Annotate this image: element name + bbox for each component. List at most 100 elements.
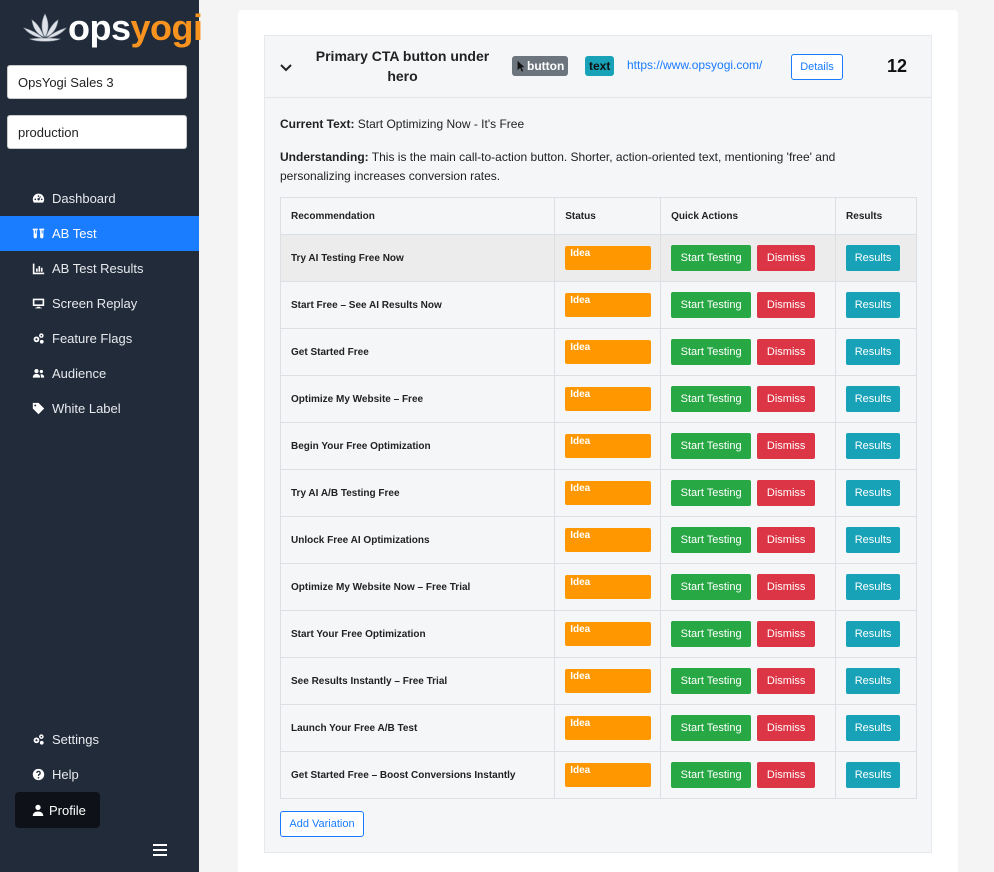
start-testing-button[interactable]: Start Testing (671, 339, 752, 365)
results-button[interactable]: Results (846, 574, 901, 600)
add-variation-button[interactable]: Add Variation (280, 811, 364, 837)
status-badge: Idea (565, 528, 652, 552)
results-cell: Results (835, 469, 917, 517)
column-header-recommendation: Recommendation (279, 197, 556, 235)
sidebar-item-label: Audience (52, 366, 107, 381)
user-icon (32, 804, 44, 816)
start-testing-button[interactable]: Start Testing (671, 245, 752, 271)
current-text-label: Current Text: (280, 117, 355, 131)
results-cell: Results (835, 422, 917, 470)
results-button[interactable]: Results (846, 621, 901, 647)
status-cell: Idea (554, 469, 662, 517)
quick-actions-cell: Start Testing Dismiss (660, 422, 837, 470)
status-badge: Idea (565, 575, 652, 599)
dismiss-button[interactable]: Dismiss (757, 292, 816, 318)
results-button[interactable]: Results (846, 339, 901, 365)
results-button[interactable]: Results (846, 292, 901, 318)
status-badge: Idea (565, 481, 652, 505)
dismiss-button[interactable]: Dismiss (757, 386, 816, 412)
start-testing-button[interactable]: Start Testing (671, 527, 752, 553)
profile-button[interactable]: Profile (15, 792, 100, 828)
status-badge: Idea (565, 293, 652, 317)
dismiss-button[interactable]: Dismiss (757, 339, 816, 365)
dismiss-button[interactable]: Dismiss (757, 480, 816, 506)
results-button[interactable]: Results (846, 245, 901, 271)
status-badge: Idea (565, 669, 652, 693)
sidebar-item-feature-flags[interactable]: Feature Flags (0, 321, 199, 356)
element-header[interactable]: Primary CTA button under hero button tex… (265, 36, 931, 98)
dismiss-button[interactable]: Dismiss (757, 433, 816, 459)
start-testing-button[interactable]: Start Testing (671, 386, 752, 412)
table-row: See Results Instantly – Free Trial Idea St… (279, 657, 917, 705)
sidebar-item-audience[interactable]: Audience (0, 356, 199, 391)
sidebar-bottom-nav: Settings Help (0, 722, 199, 792)
sidebar-item-white-label[interactable]: White Label (0, 391, 199, 426)
current-text: Current Text: Start Optimizing Now - It'… (280, 117, 524, 131)
table-header-row: Recommendation Status Quick Actions Resu… (279, 197, 917, 235)
start-testing-button[interactable]: Start Testing (671, 480, 752, 506)
start-testing-button[interactable]: Start Testing (671, 668, 752, 694)
results-button[interactable]: Results (846, 527, 901, 553)
results-cell: Results (835, 657, 917, 705)
chevron-down-icon[interactable] (279, 60, 293, 74)
quick-actions-cell: Start Testing Dismiss (660, 610, 837, 658)
sidebar-item-ab-test-results[interactable]: AB Test Results (0, 251, 199, 286)
table-row: Optimize My Website – Free Idea Start Test… (279, 375, 917, 423)
details-button[interactable]: Details (791, 54, 843, 80)
logo-wordmark: opsyogi (68, 10, 203, 46)
element-panel: Primary CTA button under hero button tex… (264, 35, 932, 853)
status-cell: Idea (554, 657, 662, 705)
start-testing-button[interactable]: Start Testing (671, 715, 752, 741)
results-button[interactable]: Results (846, 433, 901, 459)
results-button[interactable]: Results (846, 762, 901, 788)
table-row: Start Your Free Optimization Idea Start Te… (279, 610, 917, 658)
dismiss-button[interactable]: Dismiss (757, 715, 816, 741)
results-cell: Results (835, 281, 917, 329)
results-button[interactable]: Results (846, 480, 901, 506)
table-row: Try AI Testing Free Now Idea Start Testing… (279, 234, 917, 282)
flask-icon (31, 227, 45, 241)
sidebar-item-label: Settings (52, 732, 99, 747)
project-select[interactable]: OpsYogi Sales 3 (7, 65, 187, 99)
sidebar-item-dashboard[interactable]: Dashboard (0, 181, 199, 216)
status-cell: Idea (554, 234, 662, 282)
opsyogi-logo[interactable]: opsyogi (22, 6, 203, 50)
start-testing-button[interactable]: Start Testing (671, 621, 752, 647)
table-row: Start Free – See AI Results Now Idea Start… (279, 281, 917, 329)
sidebar-item-label: Screen Replay (52, 296, 138, 311)
dismiss-button[interactable]: Dismiss (757, 574, 816, 600)
sidebar-item-ab-test[interactable]: AB Test (0, 216, 199, 251)
element-url-link[interactable]: https://www.opsyogi.com/ (627, 58, 762, 72)
dismiss-button[interactable]: Dismiss (757, 621, 816, 647)
table-row: Optimize My Website Now – Free Trial Idea… (279, 563, 917, 611)
start-testing-button[interactable]: Start Testing (671, 574, 752, 600)
recommendation-text: Launch Your Free A/B Test (279, 704, 556, 752)
results-button[interactable]: Results (846, 715, 901, 741)
column-header-status: Status (554, 197, 662, 235)
content-type-badge: text (585, 56, 615, 76)
status-badge: Idea (565, 763, 652, 787)
status-cell: Idea (554, 516, 662, 564)
recommendation-text: Get Started Free – Boost Conversions Ins… (279, 751, 556, 799)
dismiss-button[interactable]: Dismiss (757, 668, 816, 694)
sidebar-item-help[interactable]: Help (0, 757, 199, 792)
monitor-icon (31, 297, 45, 311)
environment-select[interactable]: production (7, 115, 187, 149)
results-cell: Results (835, 751, 917, 799)
results-cell: Results (835, 328, 917, 376)
start-testing-button[interactable]: Start Testing (671, 292, 752, 318)
dismiss-button[interactable]: Dismiss (757, 762, 816, 788)
dismiss-button[interactable]: Dismiss (757, 527, 816, 553)
table-row: Launch Your Free A/B Test Idea Start Testi… (279, 704, 917, 752)
dismiss-button[interactable]: Dismiss (757, 245, 816, 271)
recommendation-text: Optimize My Website Now – Free Trial (279, 563, 556, 611)
results-button[interactable]: Results (846, 668, 901, 694)
column-header-quick-actions: Quick Actions (660, 197, 837, 235)
menu-toggle-icon[interactable] (153, 844, 167, 856)
start-testing-button[interactable]: Start Testing (671, 762, 752, 788)
sidebar-item-screen-replay[interactable]: Screen Replay (0, 286, 199, 321)
start-testing-button[interactable]: Start Testing (671, 433, 752, 459)
results-button[interactable]: Results (846, 386, 901, 412)
understanding: Understanding: This is the main call-to-… (280, 148, 890, 186)
sidebar-item-settings[interactable]: Settings (0, 722, 199, 757)
